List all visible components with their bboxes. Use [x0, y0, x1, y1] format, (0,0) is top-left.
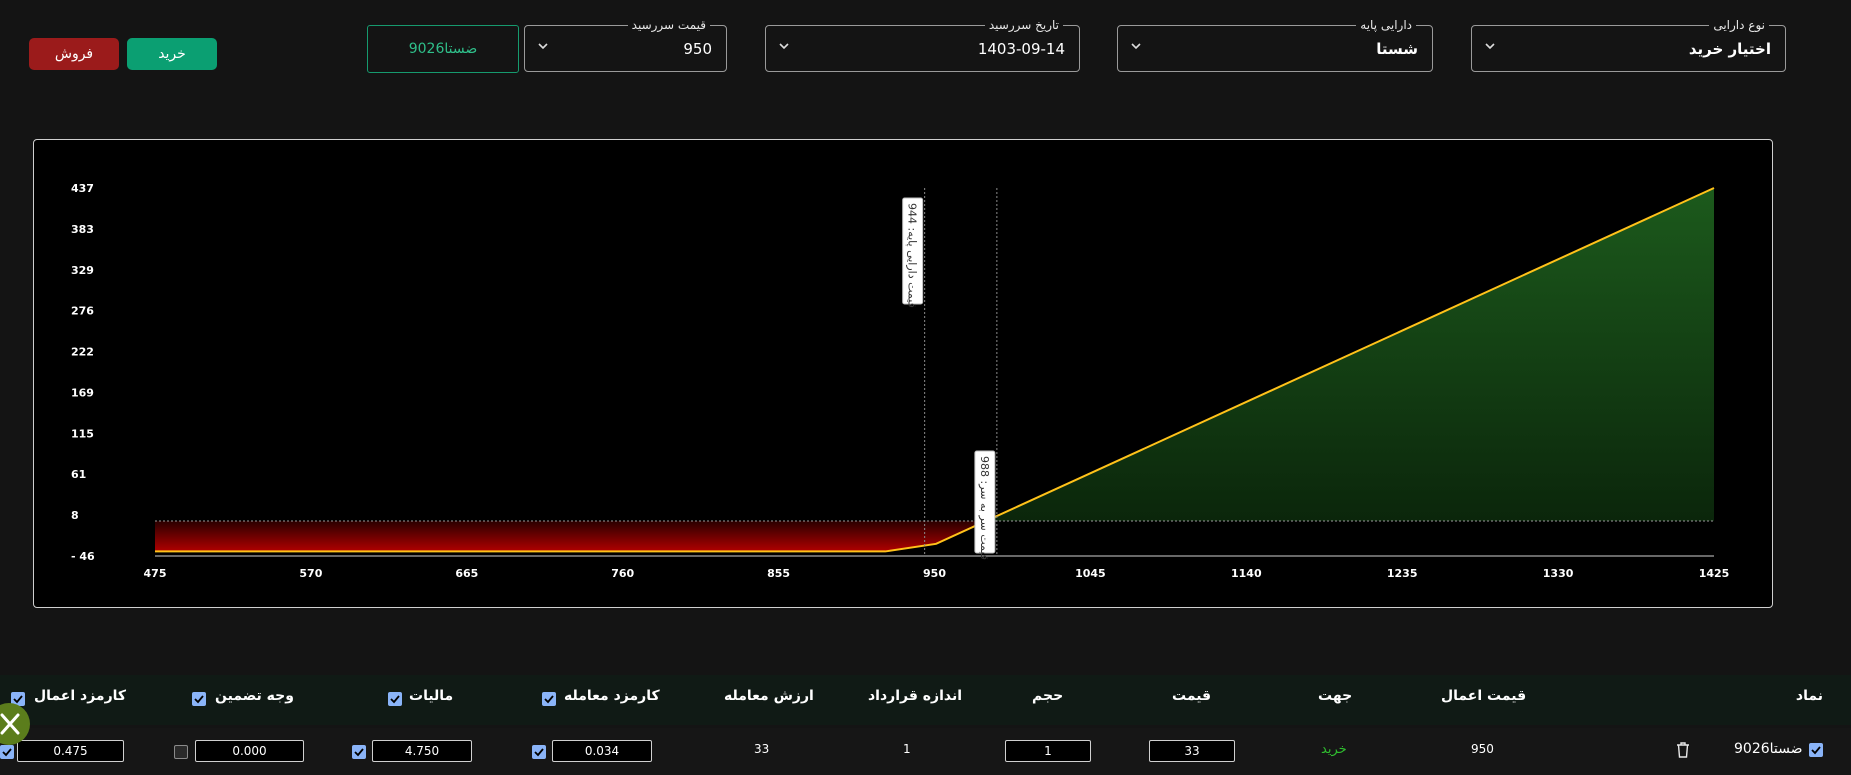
strike-price-label: قیمت سررسید	[627, 17, 710, 33]
symbol-chip-text: ضستا9026	[408, 41, 478, 57]
option-type-select[interactable]: نوع دارایی اختیار خرید	[1471, 17, 1786, 72]
underlying-select[interactable]: دارایی پایه شستا	[1117, 17, 1433, 72]
row-strike: 950	[1471, 742, 1494, 756]
header-trade-fee: کارمزد معامله	[564, 688, 660, 704]
chevron-down-icon	[779, 43, 789, 50]
y-tick-label: 169	[71, 386, 94, 399]
loss-area	[155, 520, 987, 552]
symbol-chip: ضستا9026	[367, 25, 519, 73]
tools-fab[interactable]	[0, 703, 30, 745]
y-tick-label: 8	[71, 509, 79, 522]
payoff-chart-svg: قیمت دارایی پایه: 944 قیمت سر به سر: 988 4…	[71, 182, 1730, 580]
row-trade-value: 33	[754, 742, 770, 756]
row-select-checkbox[interactable]	[1809, 743, 1823, 757]
header-symbol: نماد	[1795, 688, 1823, 704]
header-volume: حجم	[1032, 688, 1064, 704]
header-trade-value: ارزش معامله	[724, 688, 814, 704]
sell-button[interactable]: فروش	[29, 38, 119, 70]
trade-fee-header-checkbox[interactable]	[542, 692, 556, 706]
volume-input[interactable]: 1	[1005, 740, 1091, 762]
x-tick-label: 1330	[1543, 567, 1574, 580]
y-tick-label: 115	[71, 427, 94, 440]
annotation-label: قیمت دارایی پایه: 944	[906, 203, 919, 308]
option-type-value: اختیار خرید	[1688, 40, 1771, 58]
x-tick-label: 475	[144, 567, 167, 580]
y-tick-label: 222	[71, 346, 94, 359]
margin-input[interactable]: 0.000	[195, 740, 304, 762]
x-tick-label: 950	[923, 567, 946, 580]
exercise-fee-row-checkbox[interactable]	[0, 745, 14, 759]
x-tick-label: 855	[767, 567, 790, 580]
x-tick-label: 1045	[1075, 567, 1106, 580]
tools-icon	[0, 713, 20, 735]
margin-header-checkbox[interactable]	[192, 692, 206, 706]
trash-icon[interactable]	[1675, 741, 1691, 759]
x-tick-label: 1425	[1699, 567, 1730, 580]
strike-price-value: 950	[683, 40, 712, 58]
trade-fee-input[interactable]: 0.034	[552, 740, 652, 762]
x-tick-label: 665	[455, 567, 478, 580]
expiry-date-value: 1403-09-14	[977, 40, 1065, 58]
row-side: خرید	[1321, 742, 1347, 757]
chevron-down-icon	[1485, 43, 1495, 50]
chevron-down-icon	[1131, 43, 1141, 50]
annotation-label: قیمت سر به سر: 988	[978, 456, 991, 560]
expiry-date-select[interactable]: تاریخ سررسید 1403-09-14	[765, 17, 1080, 72]
tax-header-checkbox[interactable]	[388, 692, 402, 706]
y-tick-label: - 46	[71, 550, 95, 563]
buy-button[interactable]: خرید	[127, 38, 217, 70]
exercise-fee-input[interactable]: 0.475	[17, 740, 124, 762]
header-contract-size: اندازه قرارداد	[868, 688, 963, 704]
header-side: جهت	[1318, 688, 1353, 704]
x-tick-label: 1140	[1231, 567, 1262, 580]
chevron-down-icon	[538, 43, 548, 50]
strike-price-select[interactable]: قیمت سررسید 950	[524, 17, 727, 72]
option-type-label: نوع دارایی	[1709, 17, 1769, 33]
y-tick-label: 329	[71, 264, 94, 277]
tax-row-checkbox[interactable]	[352, 745, 366, 759]
x-tick-label: 760	[611, 567, 634, 580]
payoff-chart: قیمت دارایی پایه: 944 قیمت سر به سر: 988 4…	[33, 139, 1773, 608]
underlying-value: شستا	[1376, 40, 1418, 58]
y-tick-label: 437	[71, 182, 94, 195]
header-margin: وجه تضمین	[215, 688, 294, 704]
y-tick-label: 61	[71, 468, 86, 481]
x-tick-label: 1235	[1387, 567, 1418, 580]
tax-input[interactable]: 4.750	[372, 740, 472, 762]
y-tick-label: 276	[71, 305, 94, 318]
header-exercise-fee: کارمزد اعمال	[34, 688, 127, 704]
x-tick-label: 570	[299, 567, 322, 580]
price-input[interactable]: 33	[1149, 740, 1235, 762]
header-tax: مالیات	[409, 688, 454, 704]
header-strike: قیمت اعمال	[1441, 688, 1527, 704]
row-contract-size: 1	[903, 742, 911, 756]
underlying-label: دارایی پایه	[1356, 17, 1416, 33]
trade-fee-row-checkbox[interactable]	[532, 745, 546, 759]
row-symbol: ضستا9026	[1734, 741, 1803, 757]
margin-row-checkbox[interactable]	[174, 745, 188, 759]
header-price: قیمت	[1172, 688, 1212, 704]
y-tick-label: 383	[71, 223, 94, 236]
expiry-date-label: تاریخ سررسید	[984, 17, 1063, 33]
